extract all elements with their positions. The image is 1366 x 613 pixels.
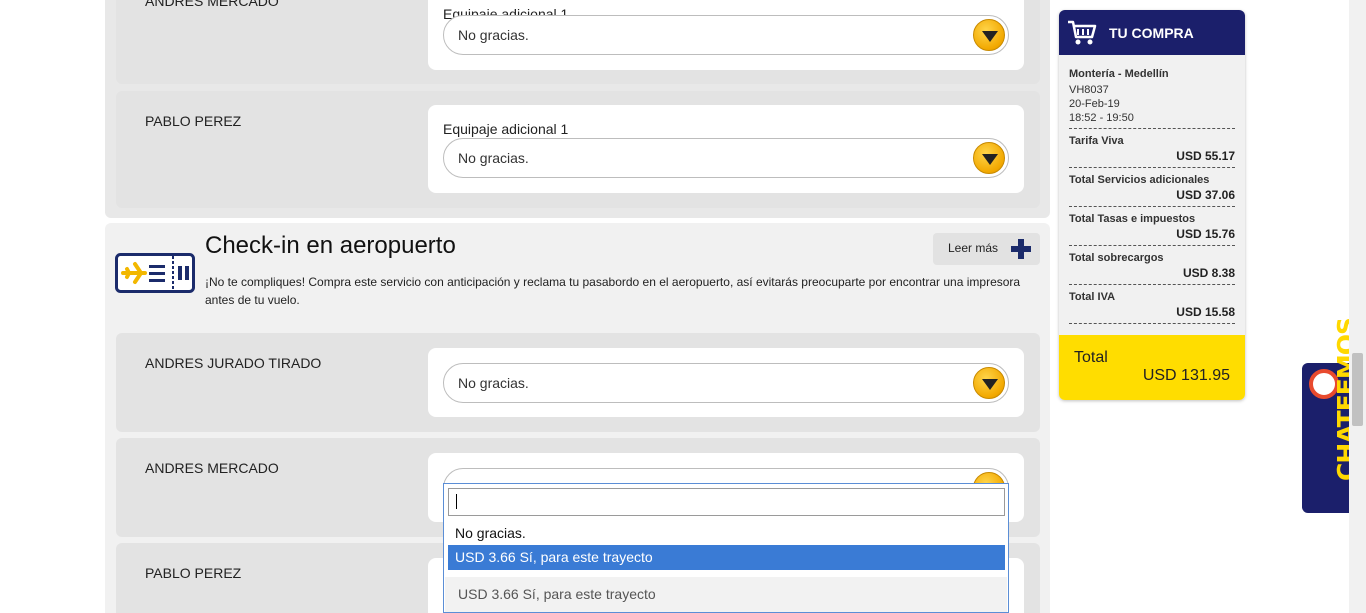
passenger-row: PABLO PEREZ Equipaje adicional 1 No grac… xyxy=(116,91,1040,208)
select-value: No gracias. xyxy=(458,27,529,43)
section-description: ¡No te compliques! Compra este servicio … xyxy=(205,275,1021,307)
line-amount: USD 37.06 xyxy=(1176,188,1235,202)
select-dropdown: No gracias. USD 3.66 Sí, para este traye… xyxy=(443,483,1009,613)
select-value: No gracias. xyxy=(458,150,529,166)
baggage-section: ANDRES MERCADO Equipaje adicional 1 No g… xyxy=(105,0,1050,218)
text-caret xyxy=(456,494,457,509)
checkin-select[interactable]: No gracias. xyxy=(443,363,1009,403)
option-box: Equipaje adicional 1 No gracias. xyxy=(428,0,1024,70)
read-more-button[interactable]: Leer más xyxy=(933,233,1040,265)
divider xyxy=(1069,167,1235,168)
flight-number: VH8037 xyxy=(1069,84,1109,96)
line-label: Total Tasas e impuestos xyxy=(1069,213,1196,225)
summary-title: TU COMPRA xyxy=(1109,25,1194,41)
passenger-row: ANDRES MERCADO Equipaje adicional 1 No g… xyxy=(116,0,1040,84)
page-scrollbar[interactable] xyxy=(1349,0,1366,613)
line-amount: USD 15.76 xyxy=(1176,227,1235,241)
summary-header: TU COMPRA xyxy=(1059,10,1245,55)
boarding-pass-icon xyxy=(115,253,195,293)
line-label: Tarifa Viva xyxy=(1069,135,1124,147)
divider xyxy=(1069,323,1235,324)
dropdown-arrow-icon[interactable] xyxy=(973,142,1005,174)
passenger-name: ANDRES MERCADO xyxy=(145,460,279,476)
shopping-cart-icon xyxy=(1068,20,1097,45)
underlay-option-text: USD 3.66 Sí, para este trayecto xyxy=(458,586,656,602)
option-label: Equipaje adicional 1 xyxy=(443,121,569,137)
flight-date: 20-Feb-19 xyxy=(1069,98,1120,110)
baggage-select[interactable]: No gracias. xyxy=(443,15,1009,55)
line-amount: USD 8.38 xyxy=(1182,266,1235,280)
read-more-label: Leer más xyxy=(948,241,999,255)
divider xyxy=(1069,128,1235,129)
plus-icon xyxy=(1011,239,1031,259)
option-box: No gracias. xyxy=(428,348,1024,417)
line-amount: USD 15.58 xyxy=(1176,305,1235,319)
line-label: Total Servicios adicionales xyxy=(1069,174,1210,186)
route: Montería - Medellín xyxy=(1069,68,1169,80)
line-label: Total sobrecargos xyxy=(1069,252,1164,264)
passenger-name: ANDRES JURADO TIRADO xyxy=(145,355,322,371)
passenger-name: ANDRES MERCADO xyxy=(145,0,279,9)
dropdown-underlay: USD 3.66 Sí, para este trayecto xyxy=(445,577,1007,612)
divider xyxy=(1069,245,1235,246)
line-amount: USD 55.17 xyxy=(1176,149,1235,163)
option-box: Equipaje adicional 1 No gracias. xyxy=(428,105,1024,193)
divider xyxy=(1069,206,1235,207)
passenger-name: PABLO PEREZ xyxy=(145,113,242,129)
section-title: Check-in en aeropuerto xyxy=(205,232,456,259)
passenger-row: ANDRES JURADO TIRADO No gracias. xyxy=(116,333,1040,432)
flight-time: 18:52 - 19:50 xyxy=(1069,112,1134,124)
dropdown-arrow-icon[interactable] xyxy=(973,19,1005,51)
total-amount: USD 131.95 xyxy=(1142,367,1230,384)
dropdown-arrow-icon[interactable] xyxy=(973,367,1005,399)
purchase-summary: TU COMPRA Montería - Medellín VH8037 20-… xyxy=(1059,10,1245,400)
line-label: Total IVA xyxy=(1069,291,1116,303)
select-value: No gracias. xyxy=(458,375,529,391)
divider xyxy=(1069,284,1235,285)
baggage-select[interactable]: No gracias. xyxy=(443,138,1009,178)
total-box: Total USD 131.95 xyxy=(1059,335,1245,400)
dropdown-search-input[interactable] xyxy=(448,488,1005,516)
chat-widget-button[interactable]: CHATEEMOS xyxy=(1302,318,1361,513)
dropdown-option[interactable]: No gracias. xyxy=(448,521,1005,546)
scrollbar-thumb[interactable] xyxy=(1352,353,1363,426)
dropdown-option-highlighted[interactable]: USD 3.66 Sí, para este trayecto xyxy=(448,545,1005,570)
passenger-name: PABLO PEREZ xyxy=(145,565,242,581)
total-label: Total xyxy=(1074,349,1108,366)
